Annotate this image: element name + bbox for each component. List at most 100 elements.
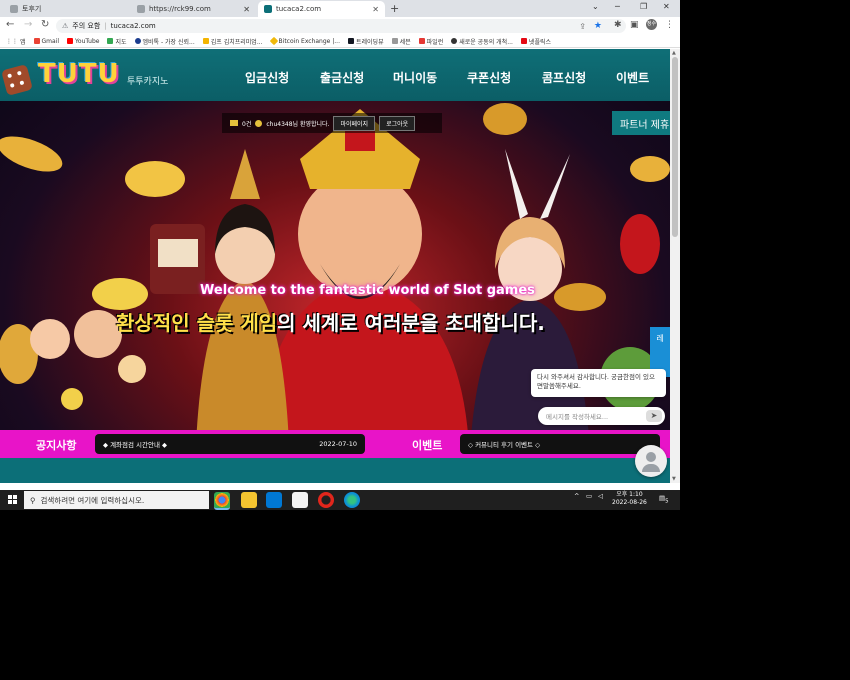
tab-3[interactable]: tucaca2.com ✕ [258,1,385,17]
bookmark-star-icon[interactable]: ★ [594,21,602,31]
bookmark-label: 지도 [115,38,127,46]
divider: | [104,22,107,30]
bookmark-label: 세븐 [399,38,411,46]
scroll-down-icon[interactable]: ▼ [672,476,676,482]
notice-item[interactable]: ◆ 계좌점검 시간안내 ◆ 2022-07-10 [95,434,365,454]
notice-title[interactable]: 공지사항 [36,437,76,453]
page-scrollbar[interactable]: ▲ ▼ [670,49,680,483]
bookmark-label: 엠비톡 - 가장 신뢰... [142,38,195,46]
network-icon[interactable]: ▭ [586,492,592,500]
bookmark-label: 앱 [20,38,26,46]
banner-headline-kr: 환상적인 슬롯 게임의 세계로 여러분을 초대합니다. [116,307,545,336]
restore-icon[interactable]: ❐ [640,2,647,11]
partner-button[interactable]: 파트너 제휴 [612,111,670,135]
mail-icon[interactable] [230,120,238,126]
chat-placeholder: 메시지를 작성하세요... [546,413,609,421]
bookmark-kimp[interactable]: 김프 김치프리미엄... [202,37,263,46]
bookmark-tradingview[interactable]: 트레이딩뷰 [348,37,384,46]
event-title[interactable]: 이벤트 [412,437,442,453]
web-page: TUTU 투투카지노 입금신청 출금신청 머니이동 쿠폰신청 콤프신청 이벤트 … [0,49,670,483]
menu-icon[interactable]: ⋮ [665,20,674,30]
avatar[interactable]: 정수 [646,19,657,30]
bookmark-label: YouTube [75,37,100,45]
logout-button[interactable]: 로그아웃 [379,115,416,131]
close-icon[interactable]: ✕ [372,5,379,14]
side-panel-icon[interactable]: ▣ [630,20,639,30]
site-logo[interactable]: TUTU [38,59,120,89]
tray-chevron-icon[interactable]: ^ [574,492,579,500]
tab-title: 토후기 [22,5,42,13]
share-icon[interactable]: ⇪ [579,22,586,31]
bookmark-bitcoin[interactable]: Bitcoin Exchange |... [269,36,340,46]
nav-money-transfer[interactable]: 머니이동 [393,69,437,86]
bookmark-label: 트레이딩뷰 [356,38,384,46]
welcome-greeting: chu4348님 환영합니다. [266,120,330,128]
new-tab-button[interactable]: + [390,2,399,15]
notice-text: ◆ 계좌점검 시간안내 ◆ [103,441,168,449]
nav-coupon[interactable]: 쿠폰신청 [467,69,511,86]
bookmark-netflix[interactable]: 넷플릭스 [520,37,552,46]
url-text: tucaca2.com [110,22,156,30]
logo-subtitle: 투투카지노 [127,77,169,87]
minimize-icon[interactable]: ─ [615,2,620,11]
store-icon[interactable] [292,492,308,508]
taskbar-search[interactable]: ⚲ 검색하려면 여기에 입력하십시오. [24,491,209,509]
bookmark-maps[interactable]: 지도 [107,37,127,46]
search-placeholder: 검색하려면 여기에 입력하십시오. [40,495,145,505]
opera-icon[interactable] [318,492,334,508]
nav-event[interactable]: 이벤트 [616,69,649,86]
search-icon: ⚲ [30,495,36,505]
apps-grid-icon: ⋮⋮ [6,37,18,45]
user-info-bar: 0건 chu4348님 환영합니다. 마이페이지 로그아웃 [222,113,442,133]
bookmark-label: 넷플릭스 [528,38,552,46]
address-bar[interactable]: ⚠ 주의 요함 | tucaca2.com ⇪ ★ [56,19,626,33]
extensions-icon[interactable]: ✱ [614,20,622,30]
back-icon[interactable]: ← [6,19,14,30]
bookmark-embitalk[interactable]: 엠비톡 - 가장 신뢰... [134,37,195,46]
reload-icon[interactable]: ↻ [41,19,49,30]
tab-2[interactable]: https://rck99.com ✕ [131,1,256,17]
coin-icon [255,119,263,127]
nav-comp[interactable]: 콤프신청 [542,69,586,86]
bookmark-seven[interactable]: 세븐 [391,37,411,46]
tab-title: tucaca2.com [276,5,322,13]
scroll-thumb[interactable] [672,57,678,237]
bookmark-pylon[interactable]: 파일런 [418,37,444,46]
mypage-button[interactable]: 마이페이지 [333,115,376,131]
nav-deposit[interactable]: 입금신청 [245,69,289,86]
bookmark-gmail[interactable]: Gmail [33,37,60,45]
file-explorer-icon[interactable] [241,492,257,508]
forward-icon[interactable]: → [24,19,32,30]
bookmark-apps[interactable]: ⋮⋮ 앱 [6,37,26,46]
scroll-up-icon[interactable]: ▲ [672,50,676,56]
tab-strip: 토후기 ✕ https://rck99.com ✕ tucaca2.com ✕ … [0,0,680,17]
chat-agent-avatar[interactable] [635,445,667,477]
close-icon[interactable]: ✕ [243,5,250,14]
chrome-icon[interactable] [214,492,230,510]
notice-strip: 공지사항 ◆ 계좌점검 시간안내 ◆ 2022-07-10 이벤트 ◇ 커뮤니티… [0,430,670,458]
event-text: ◇ 커뮤니티 후기 이벤트 ◇ [468,441,541,449]
nav-withdraw[interactable]: 출금신청 [320,69,364,86]
windows-start-icon[interactable] [8,495,18,505]
notification-icon[interactable]: ▤5 [659,494,669,504]
youtube-icon [67,38,74,44]
bookmark-frontier[interactable]: 새로운 공동의 개척... [451,37,513,46]
chat-input[interactable]: 메시지를 작성하세요... ➤ [538,407,665,425]
bookmark-label: 파일런 [426,38,444,46]
site-icon [418,38,425,44]
taskbar-clock[interactable]: 오후 1:10 2022-08-26 [612,491,647,507]
bookmark-youtube[interactable]: YouTube [67,38,99,45]
send-icon[interactable]: ➤ [646,410,662,422]
volume-icon[interactable]: ◁ [598,492,603,500]
edge-icon[interactable] [344,492,360,508]
tab-search-icon[interactable]: ⌄ [592,2,599,11]
bookmark-label: Gmail [41,37,60,45]
notice-date: 2022-07-10 [319,440,357,448]
event-item[interactable]: ◇ 커뮤니티 후기 이벤트 ◇ [460,434,660,454]
security-warning: 주의 요함 [72,22,101,30]
site-icon [134,38,141,44]
mail-app-icon[interactable] [266,492,282,508]
bookmark-label: Bitcoin Exchange |... [278,37,340,45]
netflix-icon [520,38,527,44]
close-window-icon[interactable]: ✕ [663,2,670,11]
